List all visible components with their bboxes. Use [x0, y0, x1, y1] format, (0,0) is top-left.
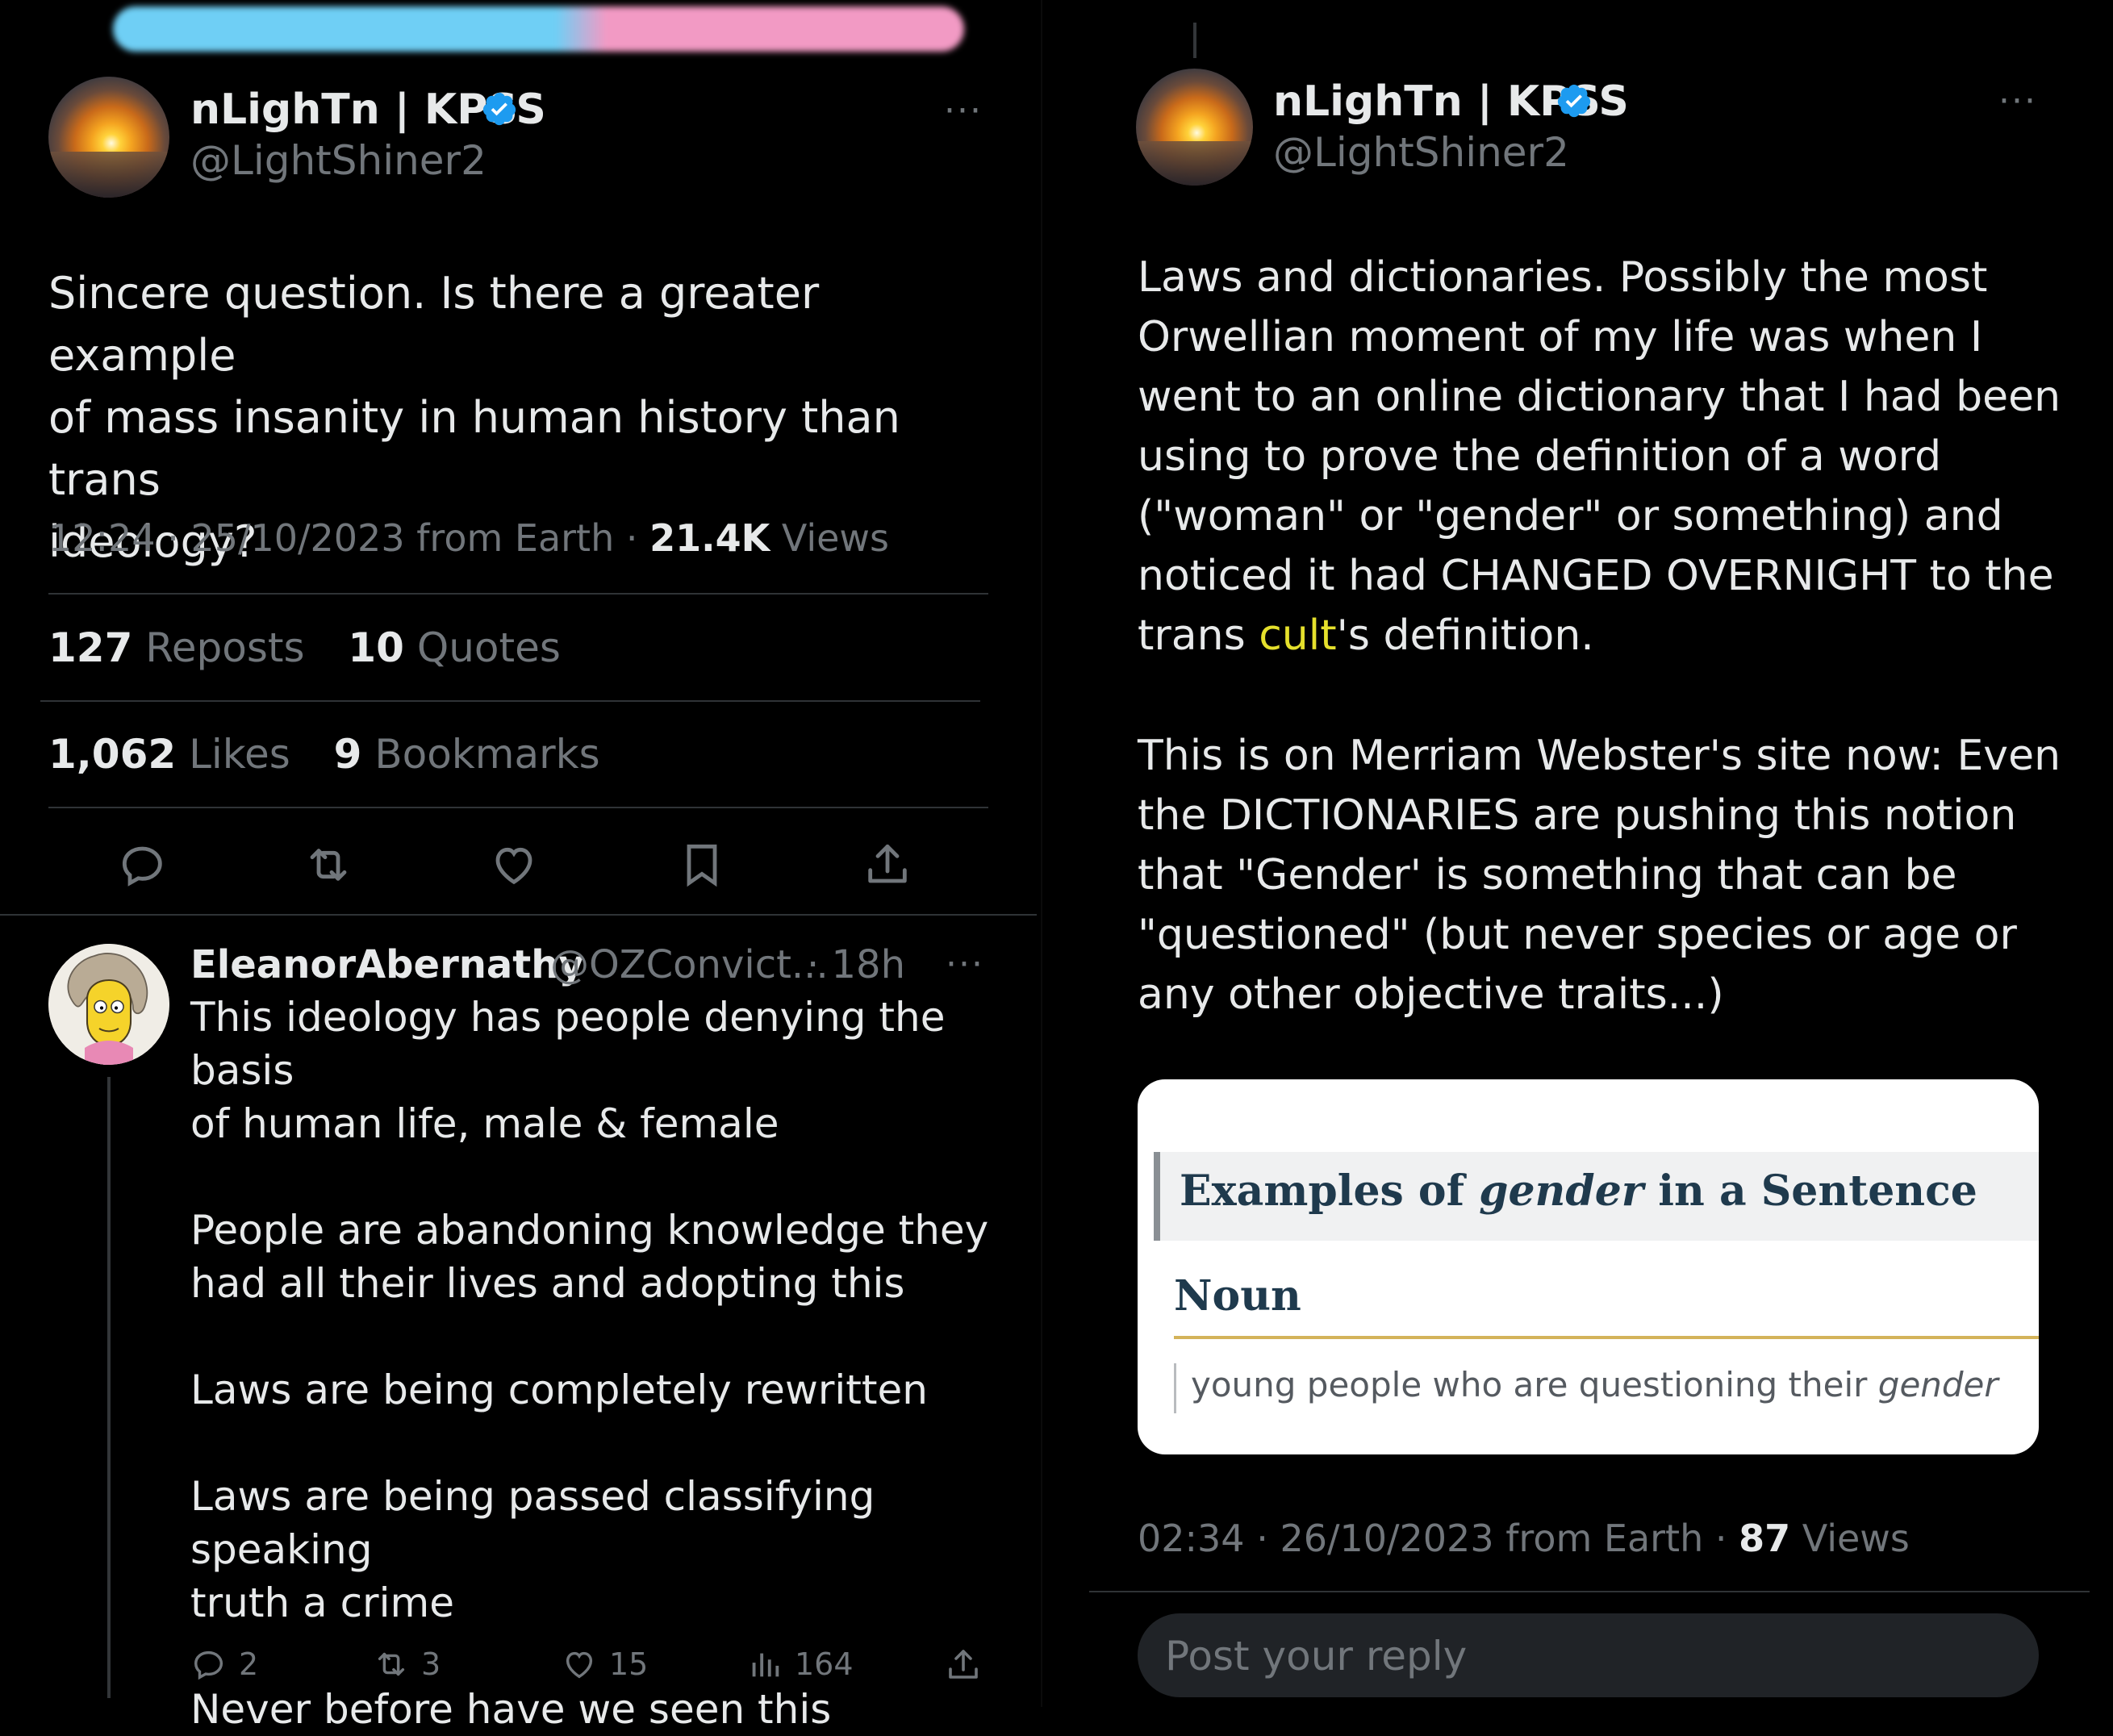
views-count: 164	[795, 1646, 854, 1682]
tweet-time[interactable]: 02:34	[1138, 1517, 1245, 1560]
left-tweet-panel: nLighTn | KPSS @LightShiner2 ··· Sincere…	[0, 0, 1041, 1733]
repost-count-action[interactable]: 3	[373, 1646, 441, 1683]
avatar[interactable]	[48, 77, 169, 198]
thread-line	[107, 1077, 111, 1698]
divider	[1089, 1591, 2090, 1592]
quotes-stat[interactable]: 10 Quotes	[348, 624, 561, 671]
divider	[48, 807, 988, 808]
like-count: 15	[609, 1646, 649, 1682]
share-icon[interactable]	[944, 1646, 983, 1684]
reposts-stat[interactable]: 127 Reposts	[48, 624, 305, 671]
author-handle[interactable]: @LightShiner2	[1273, 129, 1569, 176]
tweet-date[interactable]: 26/10/2023	[1280, 1517, 1493, 1560]
repost-quote-stats: 127 Reposts 10 Quotes	[48, 624, 561, 671]
card-divider	[1174, 1336, 2039, 1339]
views-label: Views	[1802, 1517, 1910, 1560]
views-label: Views	[781, 516, 890, 560]
card-header-marker	[1154, 1152, 1160, 1241]
reply-input[interactable]: Post your reply	[1138, 1613, 2039, 1697]
highlighted-word: cult	[1259, 611, 1337, 660]
avatar[interactable]	[1136, 69, 1253, 186]
reply-count: 2	[239, 1646, 259, 1682]
views-count: 21.4K	[649, 516, 770, 560]
likes-stat[interactable]: 1,062 Likes	[48, 731, 290, 778]
like-icon	[566, 1651, 593, 1679]
bookmarks-stat[interactable]: 9 Bookmarks	[334, 731, 600, 778]
like-count-action[interactable]: 15	[561, 1646, 648, 1683]
reply-icon	[194, 1650, 223, 1680]
tweet-time[interactable]: 12:24	[48, 516, 156, 560]
repost-icon	[378, 1652, 405, 1676]
card-quote-bar	[1174, 1363, 1176, 1413]
more-options-icon[interactable]: ···	[1998, 81, 2037, 122]
views-icon	[752, 1653, 779, 1677]
card-heading: Examples of gender in a Sentence	[1180, 1166, 1977, 1216]
reply-icon[interactable]	[117, 839, 169, 891]
like-bookmark-stats: 1,062 Likes 9 Bookmarks	[48, 731, 600, 778]
views-count-action[interactable]: 164	[746, 1646, 854, 1683]
redacted-blur-bar	[113, 6, 964, 52]
repost-count: 3	[421, 1646, 441, 1682]
verified-badge-icon	[1557, 84, 1591, 118]
verified-badge-icon	[482, 92, 516, 126]
tweet-source: from Earth	[1505, 1517, 1704, 1560]
card-section-label: Noun	[1174, 1271, 1301, 1321]
divider	[0, 914, 1037, 916]
reply-count-action[interactable]: 2	[190, 1646, 258, 1683]
divider	[40, 700, 980, 702]
bookmark-icon[interactable]	[676, 839, 728, 891]
reply-age[interactable]: · 18h	[807, 942, 905, 987]
thread-line	[1193, 23, 1196, 58]
attached-image-card[interactable]: Examples of gender in a Sentence Noun yo…	[1138, 1079, 2039, 1454]
reply-input-placeholder: Post your reply	[1165, 1633, 1468, 1680]
tweet-text-paragraph-2: This is on Merriam Webster's site now: E…	[1138, 732, 2061, 1019]
tweet-timestamp-line: 12:24 · 25/10/2023 from Earth · 21.4K Vi…	[48, 516, 890, 560]
divider	[48, 593, 988, 595]
share-icon[interactable]	[862, 839, 913, 891]
tweet-timestamp-line: 02:34 · 26/10/2023 from Earth · 87 Views	[1138, 1517, 1910, 1560]
reply-text: This ideology has people denying the bas…	[190, 994, 989, 1733]
more-options-icon[interactable]: ···	[946, 944, 984, 985]
avatar[interactable]	[48, 944, 169, 1065]
views-count: 87	[1739, 1517, 1791, 1560]
tweet-source: from Earth	[416, 516, 615, 560]
more-options-icon[interactable]: ···	[944, 90, 983, 131]
repost-icon[interactable]	[303, 839, 354, 891]
reply-author-name[interactable]: EleanorAbernathy	[190, 942, 584, 987]
tweet-text-paragraph-1: Laws and dictionaries. Possibly the most…	[1138, 253, 2061, 660]
like-icon[interactable]	[488, 839, 540, 891]
tweet-date[interactable]: 25/10/2023	[190, 516, 404, 560]
author-handle[interactable]: @LightShiner2	[190, 137, 486, 184]
card-example-sentence: young people who are questioning their g…	[1191, 1365, 1998, 1404]
reply-author-handle[interactable]: @OZConvict...	[550, 942, 829, 987]
